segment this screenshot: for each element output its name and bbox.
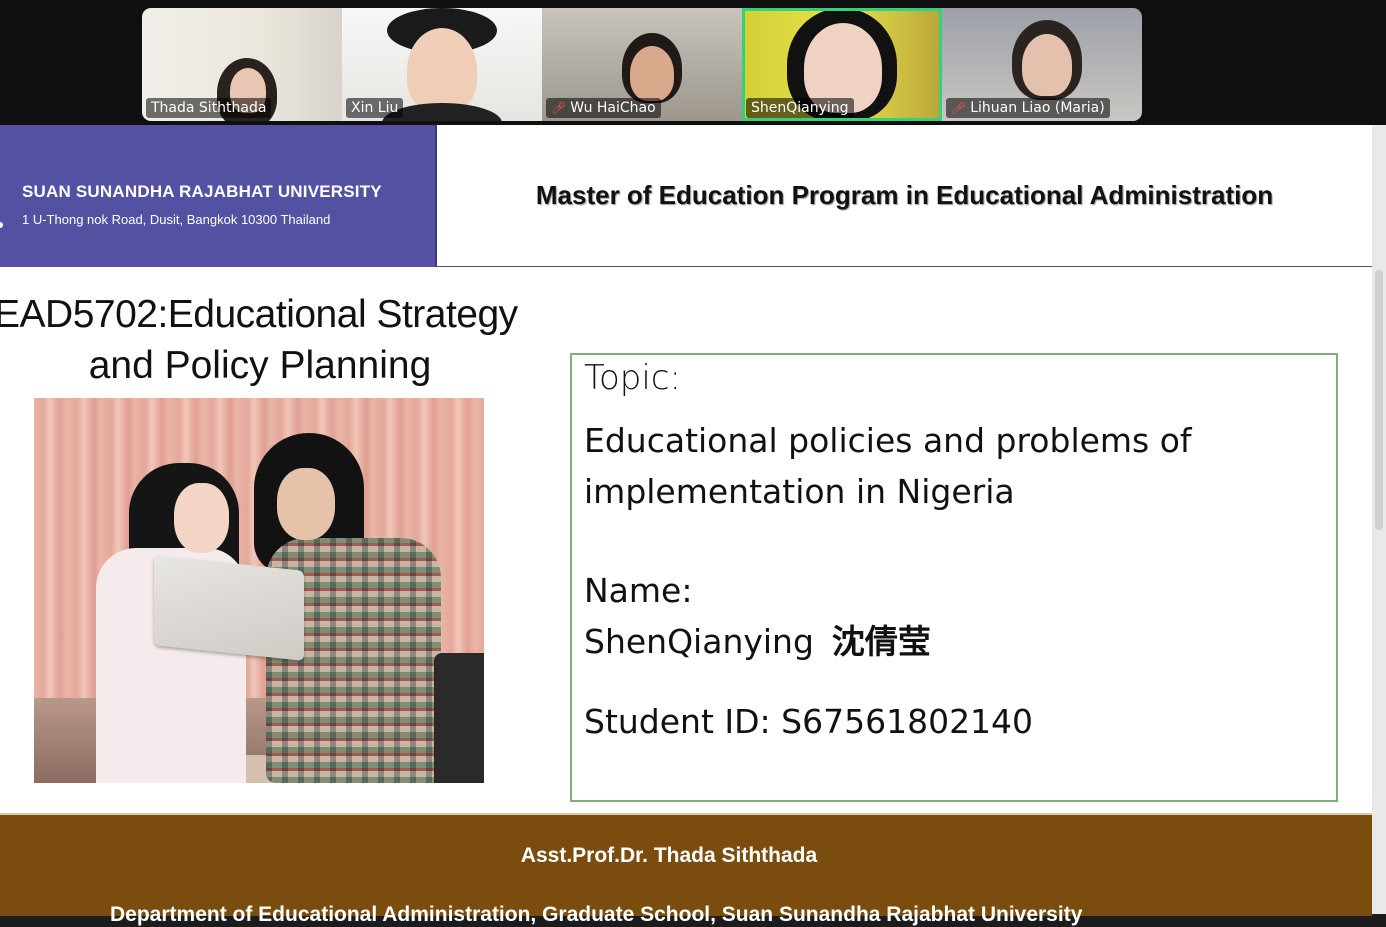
photo-laptop [154,555,304,661]
scrollbar-thumb[interactable] [1375,270,1383,530]
university-address: 1 U-Thong nok Road, Dusit, Bangkok 10300… [22,212,331,227]
participant-hair [787,8,897,121]
student-name: ShenQianying 沈倩莹 [584,615,931,663]
program-header: Master of Education Program in Education… [437,125,1373,267]
name-label: Name: [584,571,693,610]
participant-name-tag: 🎤︎ Wu HaiChao [546,98,661,118]
university-banner: SUAN SUNANDHA RAJABHAT UNIVERSITY 1 U-Th… [0,125,437,267]
participant-strip: Thada Siththada Xin Liu 🎤︎ Wu HaiChao She… [142,8,1142,121]
course-title: EAD5702:Educational Strategy [0,293,518,336]
participant-name: Lihuan Liao (Maria) [970,100,1105,116]
participant-name: Thada Siththada [151,100,267,116]
participant-name-tag: Xin Liu [346,98,404,118]
participant-face [1022,34,1072,96]
mic-muted-icon: 🎤︎ [951,101,967,115]
participant-tile[interactable]: Xin Liu [342,8,542,121]
student-id: Student ID: S67561802140 [584,702,1034,741]
slide-footer: Asst.Prof.Dr. Thada Siththada Department… [0,813,1372,926]
slide-photo [34,398,484,783]
bullet-dot [0,222,3,228]
topic-text: Educational policies and problems of imp… [584,421,1192,511]
shared-slide: SUAN SUNANDHA RAJABHAT UNIVERSITY 1 U-Th… [0,125,1373,926]
student-name-chinese: 沈倩莹 [831,622,931,661]
participant-name: Wu HaiChao [570,100,656,116]
participant-face [804,23,882,113]
participant-tile[interactable]: 🎤︎ Lihuan Liao (Maria) [942,8,1142,121]
student-name-latin: ShenQianying [584,622,814,661]
participant-name-tag: Thada Siththada [146,98,272,118]
university-name: SUAN SUNANDHA RAJABHAT UNIVERSITY [22,182,382,201]
participant-tile-active-speaker[interactable]: ShenQianying [742,8,942,121]
participant-name: ShenQianying [751,100,849,116]
topic-label: Topic: [584,358,681,398]
participant-name-tag: 🎤︎ Lihuan Liao (Maria) [946,98,1110,118]
course-title-line2: and Policy Planning [88,344,432,387]
participant-bar: Thada Siththada Xin Liu 🎤︎ Wu HaiChao She… [0,0,1386,125]
photo-person-face [277,468,335,540]
photo-chair [434,653,484,783]
footer-professor: Asst.Prof.Dr. Thada Siththada [520,844,818,867]
photo-person-face [174,483,229,553]
participant-tile[interactable]: Thada Siththada [142,8,342,121]
participant-name: Xin Liu [351,100,399,116]
program-title: Master of Education Program in Education… [535,180,1274,210]
participant-tile[interactable]: 🎤︎ Wu HaiChao [542,8,742,121]
mic-muted-icon: 🎤︎ [551,101,567,115]
participant-face [630,46,674,101]
participant-face [407,28,477,113]
footer-department: Department of Educational Administration… [110,903,1083,926]
participant-name-tag: ShenQianying [746,98,854,118]
topic-box: Topic: Educational policies and problems… [570,353,1338,802]
scrollbar[interactable] [1372,125,1386,914]
